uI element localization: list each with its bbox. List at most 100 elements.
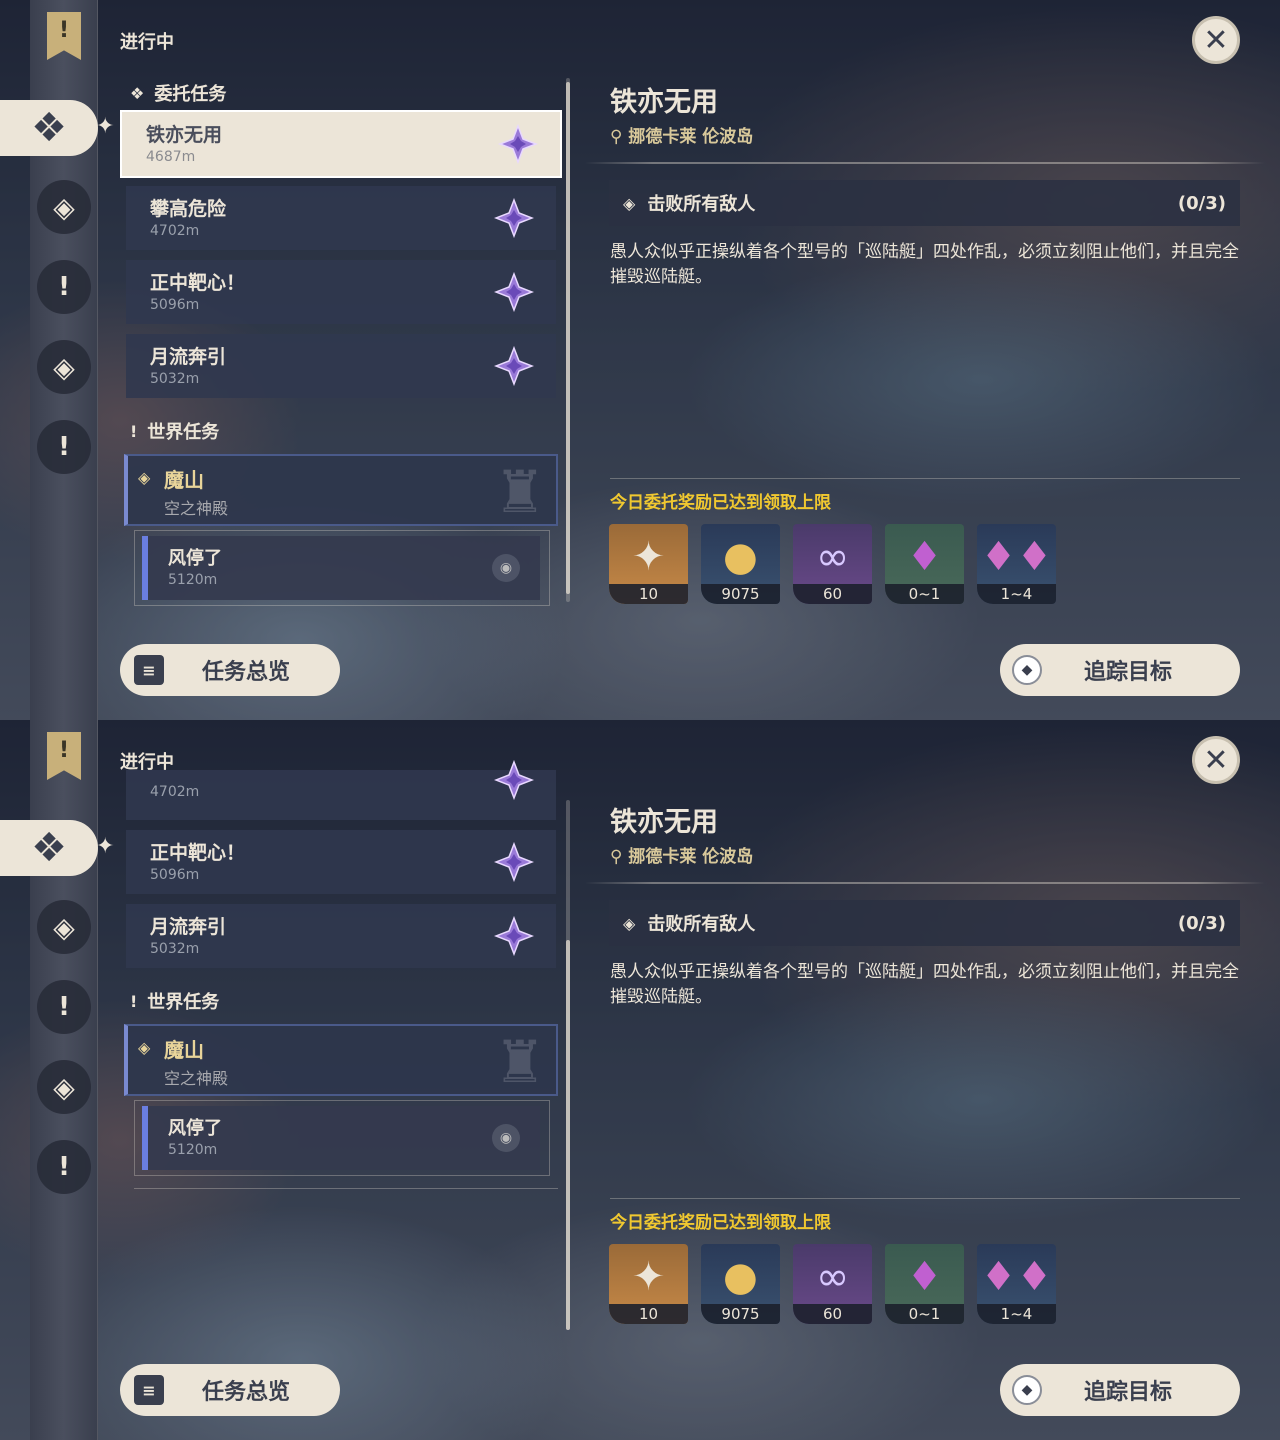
quest-title: 风停了 xyxy=(168,548,222,569)
close-icon[interactable]: ✕ xyxy=(1192,16,1240,64)
reward-primogem[interactable]: ✦ 10 xyxy=(609,1244,688,1324)
commission-star-icon xyxy=(494,346,534,386)
commission-tab-active[interactable]: ❖ xyxy=(0,100,98,156)
quest-distance: 4702m xyxy=(150,223,200,239)
track-icon: ◆ xyxy=(1012,655,1042,685)
quest-item[interactable]: 月流奔引 5032m xyxy=(126,904,556,968)
overview-icon: ≡ xyxy=(134,1375,164,1405)
quest-title: 魔山 xyxy=(164,468,204,492)
mora-icon: ● xyxy=(723,1254,758,1300)
reward-crystal[interactable]: ♦ 0~1 xyxy=(885,1244,964,1324)
quest-item[interactable]: 月流奔引 5032m xyxy=(126,334,556,398)
crystal-cluster-icon: ♦♦ xyxy=(980,1254,1053,1300)
quest-title: 月流奔引 xyxy=(150,916,227,938)
commission-icon: ❖ xyxy=(130,83,145,103)
reward-list: ✦ 10 ● 9075 ∞ 60 ♦ 0~1 ♦♦ 1~4 xyxy=(609,1244,1056,1324)
world-category-header: ! 世界任务 xyxy=(130,991,220,1014)
quest-marker-icon: ◈ xyxy=(138,1038,151,1057)
divider xyxy=(585,882,1265,884)
reward-companionship-exp[interactable]: ∞ 60 xyxy=(793,1244,872,1324)
reward-primogem[interactable]: ✦ 10 xyxy=(609,524,688,604)
quest-title: 正中靶心！ xyxy=(150,272,246,294)
event-quest-icon[interactable]: ◈ xyxy=(37,340,91,394)
quest-panel-2: ! ❖ ✦ ◈ ! ◈ ! 进行中 4702m 正中靶心！ 5096m 月流奔引… xyxy=(0,720,1280,1440)
commission-star-icon xyxy=(494,842,534,882)
scrollbar-thumb[interactable] xyxy=(566,82,570,594)
mora-icon: ● xyxy=(723,534,758,580)
reward-crystal-cluster[interactable]: ♦♦ 1~4 xyxy=(977,1244,1056,1324)
world-quest-icon[interactable]: ! xyxy=(37,1140,91,1194)
detail-location: ⚲ 挪德卡莱 伦波岛 xyxy=(610,127,754,147)
world-quest-icon: ! xyxy=(130,421,138,441)
commission-star-icon xyxy=(494,272,534,312)
quest-title: 风停了 xyxy=(168,1118,222,1139)
crystal-cluster-icon: ♦♦ xyxy=(980,534,1053,580)
objective-progress: (0/3) xyxy=(1177,192,1226,214)
castle-icon: ♜ xyxy=(494,1028,546,1096)
objective-bar: ◈ 击败所有敌人 (0/3) xyxy=(609,900,1240,946)
castle-icon: ♜ xyxy=(494,458,546,526)
sparkle-icon: ✦ xyxy=(96,834,115,859)
quest-distance: 5120m xyxy=(168,1142,218,1158)
quest-distance: 5096m xyxy=(150,297,200,313)
objective-bar: ◈ 击败所有敌人 (0/3) xyxy=(609,180,1240,226)
divider xyxy=(610,478,1240,479)
world-quest-item[interactable]: ◈ 魔山 空之神殿 ♜ xyxy=(124,1024,558,1096)
scrollbar-thumb[interactable] xyxy=(566,940,570,1330)
reward-limit-label: 今日委托奖励已达到领取上限 xyxy=(610,1213,831,1233)
overview-icon: ≡ xyxy=(134,655,164,685)
reward-list: ✦ 10 ● 9075 ∞ 60 ♦ 0~1 ♦♦ 1~4 xyxy=(609,524,1056,604)
reward-limit-label: 今日委托奖励已达到领取上限 xyxy=(610,493,831,513)
quest-item-partial[interactable]: 4702m xyxy=(126,760,556,820)
quest-title: 正中靶心！ xyxy=(150,842,246,864)
story-quest-icon[interactable]: ! xyxy=(37,260,91,314)
world-quest-icon[interactable]: ! xyxy=(37,420,91,474)
map-pin-icon: ◉ xyxy=(492,1124,520,1152)
reward-companionship-exp[interactable]: ∞ 60 xyxy=(793,524,872,604)
objective-diamond-icon: ◈ xyxy=(623,913,636,933)
world-quest-item[interactable]: ◈ 魔山 空之神殿 ♜ xyxy=(124,454,558,526)
quest-item[interactable]: 正中靶心！ 5096m xyxy=(126,830,556,894)
quest-title: 魔山 xyxy=(164,1038,204,1062)
quest-distance: 5032m xyxy=(150,371,200,387)
quest-overview-button[interactable]: ≡ 任务总览 xyxy=(120,644,340,696)
detail-title: 铁亦无用 xyxy=(610,87,718,118)
story-quest-icon[interactable]: ! xyxy=(37,980,91,1034)
divider xyxy=(610,1198,1240,1199)
subquest-item[interactable]: 风停了 5120m ◉ xyxy=(142,1106,540,1170)
commission-star-icon xyxy=(498,124,538,164)
detail-title: 铁亦无用 xyxy=(610,807,718,838)
quest-title: 月流奔引 xyxy=(150,346,227,368)
track-target-button[interactable]: ◆ 追踪目标 xyxy=(1000,1364,1240,1416)
archon-quest-icon[interactable]: ◈ xyxy=(37,900,91,954)
quest-overview-button[interactable]: ≡ 任务总览 xyxy=(120,1364,340,1416)
reward-mora[interactable]: ● 9075 xyxy=(701,524,780,604)
divider xyxy=(585,162,1265,164)
world-quest-icon: ! xyxy=(130,991,138,1011)
sparkle-icon: ✦ xyxy=(96,114,115,139)
quest-item-selected[interactable]: 铁亦无用 4687m xyxy=(120,110,562,178)
close-icon[interactable]: ✕ xyxy=(1192,736,1240,784)
crystal-icon: ♦ xyxy=(906,1254,943,1300)
commission-tab-active[interactable]: ❖ xyxy=(0,820,98,876)
quest-distance: 4687m xyxy=(146,149,196,165)
detail-location: ⚲ 挪德卡莱 伦波岛 xyxy=(610,847,754,867)
archon-quest-icon[interactable]: ◈ xyxy=(37,180,91,234)
quest-title: 攀高危险 xyxy=(150,198,227,220)
detail-description: 愚人众似乎正操纵着各个型号的「巡陆艇」四处作乱，必须立刻阻止他们，并且完全摧毁巡… xyxy=(610,242,1239,287)
commission-star-icon xyxy=(494,760,534,800)
event-quest-icon[interactable]: ◈ xyxy=(37,1060,91,1114)
reward-mora[interactable]: ● 9075 xyxy=(701,1244,780,1324)
quest-panel-1: ! ❖ ✦ ◈ ! ◈ ! 进行中 ❖ 委托任务 铁亦无用 4687m 攀高危险… xyxy=(0,0,1280,720)
reward-crystal[interactable]: ♦ 0~1 xyxy=(885,524,964,604)
companionship-exp-icon: ∞ xyxy=(815,534,850,580)
quest-item[interactable]: 攀高危险 4702m xyxy=(126,186,556,250)
quest-item[interactable]: 正中靶心！ 5096m xyxy=(126,260,556,324)
track-target-button[interactable]: ◆ 追踪目标 xyxy=(1000,644,1240,696)
subquest-item[interactable]: 风停了 5120m ◉ xyxy=(142,536,540,600)
commission-category-header: ❖ 委托任务 xyxy=(130,83,227,106)
track-icon: ◆ xyxy=(1012,1375,1042,1405)
quest-title: 铁亦无用 xyxy=(146,124,223,146)
reward-crystal-cluster[interactable]: ♦♦ 1~4 xyxy=(977,524,1056,604)
detail-description: 愚人众似乎正操纵着各个型号的「巡陆艇」四处作乱，必须立刻阻止他们，并且完全摧毁巡… xyxy=(610,962,1239,1007)
